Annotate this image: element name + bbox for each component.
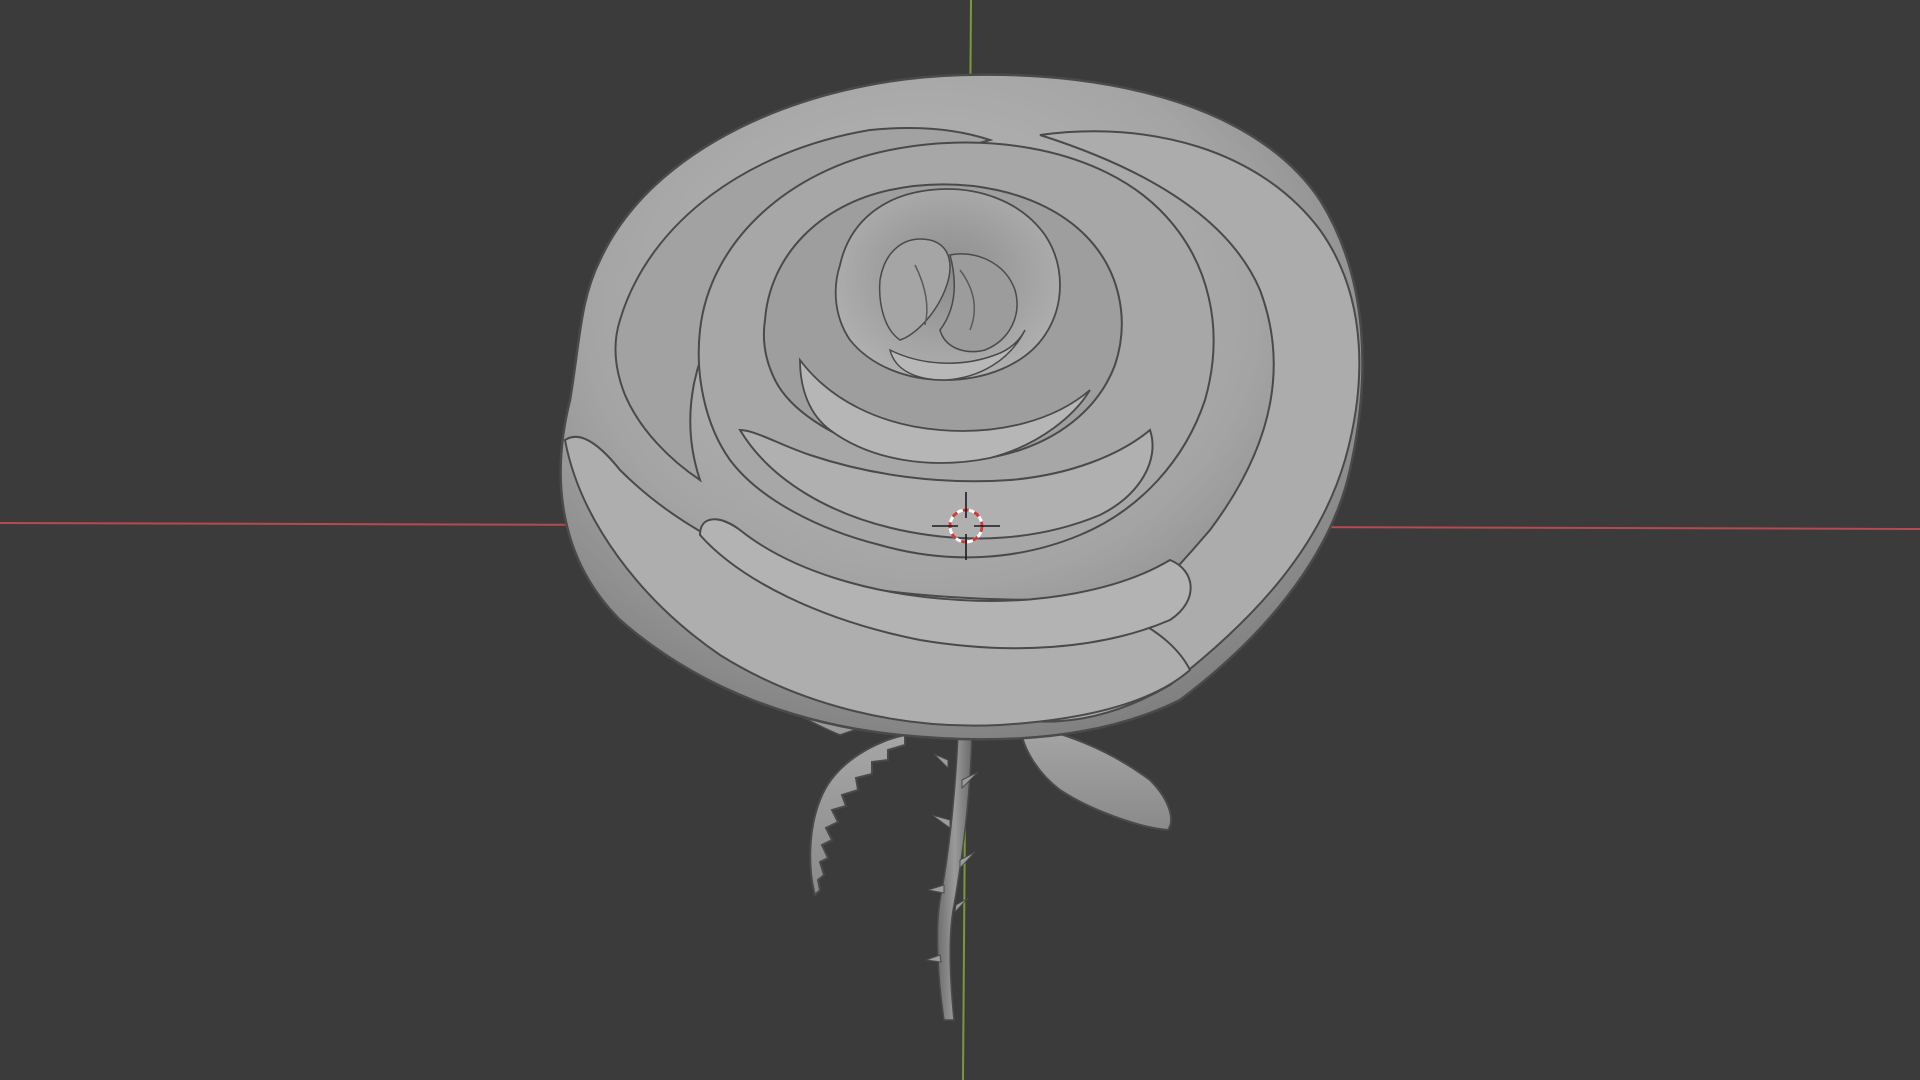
viewport-canvas[interactable] [0,0,1920,1080]
rose-bud-outer [834,188,1061,381]
3d-viewport[interactable] [0,0,1920,1080]
